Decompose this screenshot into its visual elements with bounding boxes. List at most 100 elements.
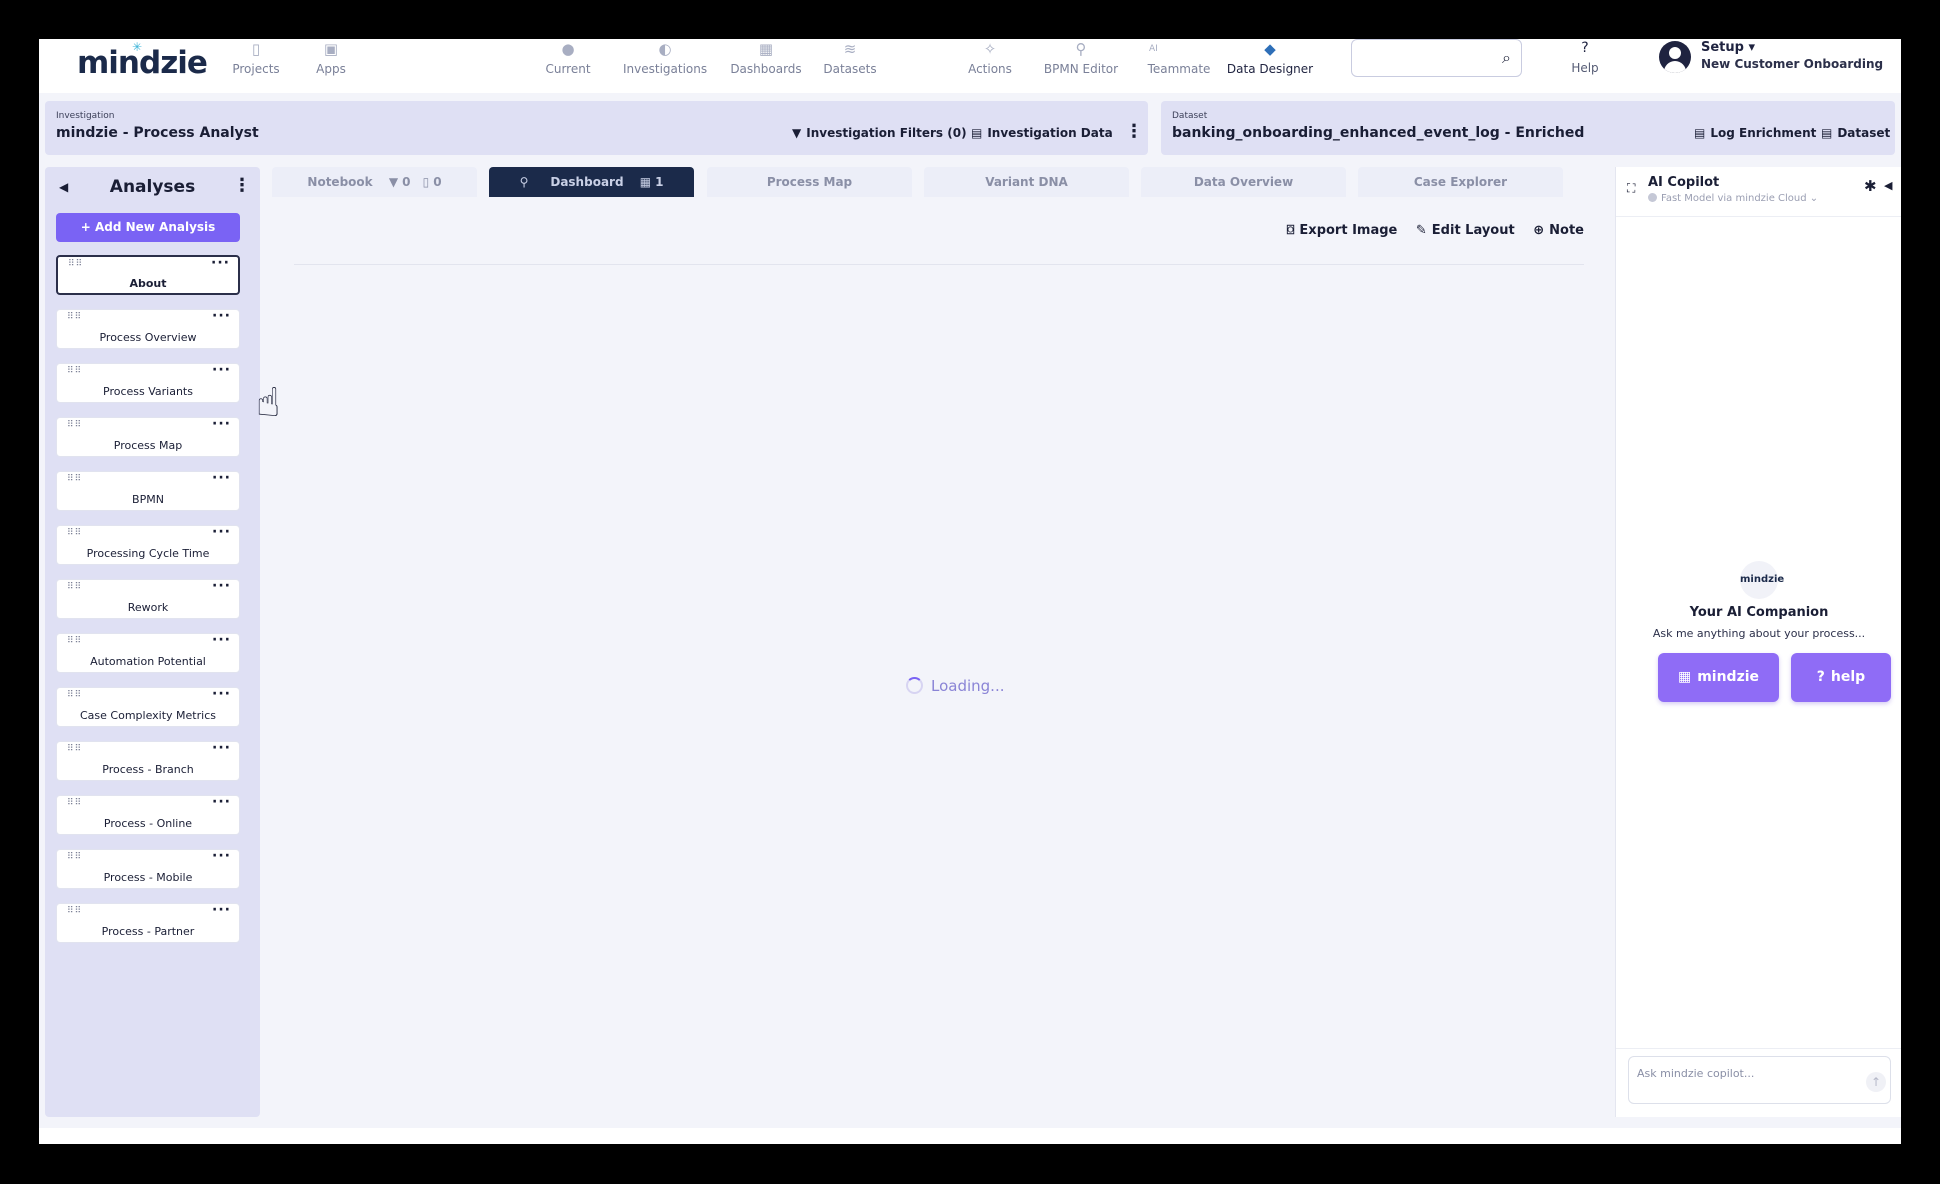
dataset-button[interactable]: ▤ Dataset (1821, 126, 1890, 140)
copilot-title: AI Copilot (1648, 175, 1720, 190)
analyses-menu-icon[interactable]: ⋮ (233, 175, 251, 196)
analysis-item[interactable]: ⠿⠿ ··· Processing Cycle Time (56, 524, 240, 565)
avatar[interactable] (1659, 41, 1691, 73)
pencil-icon: ✎ (1415, 223, 1427, 238)
nav-datasets[interactable]: ≋ Datasets (819, 39, 881, 93)
expand-icon[interactable]: ⛶ (1627, 181, 1635, 196)
copilot-input[interactable]: Ask mindzie copilot... (1628, 1056, 1891, 1104)
nav-apps[interactable]: ▣ Apps (311, 39, 351, 93)
nav-dashboards[interactable]: ▦ Dashboards (729, 39, 803, 93)
nav-projects[interactable]: ▯ Projects (227, 39, 285, 93)
drag-handle-icon[interactable]: ⠿⠿ (67, 528, 82, 538)
more-icon[interactable]: ··· (212, 578, 231, 594)
edit-label: Edit Layout (1431, 223, 1515, 238)
more-icon[interactable]: ··· (212, 686, 231, 702)
more-icon[interactable]: ··· (212, 740, 231, 756)
drag-handle-icon[interactable]: ⠿⠿ (67, 636, 82, 646)
grid-icon: ▦ (639, 175, 652, 189)
nav-current[interactable]: ● Current (539, 39, 597, 93)
filters-label: Investigation Filters (0) (806, 126, 967, 140)
nav-investigations[interactable]: ◐ Investigations (623, 39, 707, 93)
investigation-menu-icon[interactable]: ⋮ (1125, 121, 1143, 142)
more-icon[interactable]: ··· (211, 255, 230, 271)
drag-handle-icon[interactable]: ⠿⠿ (67, 798, 82, 808)
drag-handle-icon[interactable]: ⠿⠿ (67, 852, 82, 862)
more-icon[interactable]: ··· (212, 524, 231, 540)
mindzie-button[interactable]: ▦ mindzie (1658, 653, 1779, 702)
more-icon[interactable]: ··· (212, 632, 231, 648)
export-image-button[interactable]: ⌼ Export Image (1287, 223, 1398, 238)
nav-data-designer[interactable]: ◆ Data Designer (1225, 39, 1315, 93)
tab-dashboard[interactable]: ⚲ Dashboard ▦ 1 (489, 167, 694, 197)
more-icon[interactable]: ··· (212, 416, 231, 432)
drag-handle-icon[interactable]: ⠿⠿ (67, 582, 82, 592)
analysis-item[interactable]: ⠿⠿ ··· BPMN (56, 470, 240, 511)
analysis-item[interactable]: ⠿⠿ ··· Process - Online (56, 794, 240, 835)
help-copilot-button[interactable]: ? help (1791, 653, 1891, 702)
tab-variant-dna[interactable]: Variant DNA (924, 167, 1129, 197)
more-icon[interactable]: ··· (212, 848, 231, 864)
drag-handle-icon[interactable]: ⠿⠿ (67, 906, 82, 916)
drag-handle-icon[interactable]: ⠿⠿ (67, 690, 82, 700)
tab-process-map[interactable]: Process Map (707, 167, 912, 197)
analysis-item-label: Process - Online (103, 817, 193, 830)
more-icon[interactable]: ··· (212, 362, 231, 378)
tab-notebook[interactable]: Notebook ▼ 0 ▯ 0 (272, 167, 477, 197)
model-selector[interactable]: Fast Model via mindzie Cloud ⌄ (1648, 193, 1818, 204)
edit-layout-button[interactable]: ✎ Edit Layout (1416, 223, 1515, 238)
help-button[interactable]: ? Help (1565, 39, 1605, 75)
drag-handle-icon[interactable]: ⠿⠿ (67, 744, 82, 754)
collapse-left-icon[interactable]: ◀ (59, 180, 68, 194)
analysis-item[interactable]: ⠿⠿ ··· Automation Potential (56, 632, 240, 673)
drag-handle-icon[interactable]: ⠿⠿ (67, 420, 82, 430)
copilot-divider (1616, 216, 1901, 217)
main-panel: Notebook ▼ 0 ▯ 0 ⚲ Dashboard ▦ 1 Process Map… (272, 167, 1608, 1117)
bug-icon[interactable]: ✱ (1864, 177, 1877, 195)
location-icon: ● (561, 40, 575, 58)
investigation-filters-button[interactable]: ▼ Investigation Filters (0) (792, 126, 967, 140)
nav-label: Current (545, 62, 591, 76)
analyses-sidebar: Analyses ◀ ⋮ + Add New Analysis ⠿⠿ ··· Abo… (45, 167, 260, 1117)
building-icon: ▦ (1677, 669, 1692, 685)
drag-handle-icon[interactable]: ⠿⠿ (67, 474, 82, 484)
log-enrichment-button[interactable]: ▤ Log Enrichment (1694, 126, 1816, 140)
analysis-item[interactable]: ⠿⠿ ··· Process - Partner (56, 902, 240, 943)
add-new-analysis-button[interactable]: + Add New Analysis (56, 213, 240, 242)
tab-data-overview[interactable]: Data Overview (1141, 167, 1346, 197)
notebook-filter-count: 0 (402, 175, 411, 189)
collapse-right-icon[interactable]: ◀ (1884, 179, 1892, 192)
tab-bar: Notebook ▼ 0 ▯ 0 ⚲ Dashboard ▦ 1 Process Map… (272, 167, 1608, 197)
tab-case-explorer[interactable]: Case Explorer (1358, 167, 1563, 197)
log-icon: ▤ (1694, 126, 1706, 140)
analysis-item[interactable]: ⠿⠿ ··· Process Overview (56, 308, 240, 349)
analysis-item[interactable]: ⠿⠿ ··· Rework (56, 578, 240, 619)
nav-label: Projects (232, 62, 280, 76)
add-note-button[interactable]: ⊕ Note (1533, 223, 1584, 238)
analysis-item[interactable]: ⠿⠿ ··· About (56, 255, 240, 295)
more-icon[interactable]: ··· (212, 470, 231, 486)
setup-menu[interactable]: Setup ▾ New Customer Onboarding (1701, 39, 1883, 72)
send-arrow-icon[interactable]: ↑ (1866, 1072, 1886, 1092)
more-icon[interactable]: ··· (212, 794, 231, 810)
nav-bpmn-editor[interactable]: ⚲ BPMN Editor (1039, 39, 1123, 93)
investigation-data-button[interactable]: ▤ Investigation Data (971, 126, 1113, 140)
drag-handle-icon[interactable]: ⠿⠿ (67, 366, 82, 376)
analysis-item[interactable]: ⠿⠿ ··· Process - Branch (56, 740, 240, 781)
drag-handle-icon[interactable]: ⠿⠿ (68, 259, 83, 269)
nav-label: BPMN Editor (1043, 62, 1119, 76)
dashboard-count: 1 (655, 175, 664, 189)
drag-handle-icon[interactable]: ⠿⠿ (67, 312, 82, 322)
dataset-label: Dataset (1172, 111, 1208, 121)
more-icon[interactable]: ··· (212, 902, 231, 918)
search-input[interactable]: ⌕ (1351, 39, 1522, 77)
ai-copilot-panel: ⛶ AI Copilot Fast Model via mindzie Clou… (1615, 167, 1901, 1117)
dashboard-tab-icon: ⚲ (519, 175, 529, 189)
nav-actions[interactable]: ✧ Actions (963, 39, 1017, 93)
analysis-item[interactable]: ⠿⠿ ··· Process - Mobile (56, 848, 240, 889)
analysis-item[interactable]: ⠿⠿ ··· Case Complexity Metrics (56, 686, 240, 727)
nav-ai-teammate[interactable]: AI Teammate (1143, 39, 1215, 93)
analysis-item[interactable]: ⠿⠿ ··· Process Variants (56, 362, 240, 403)
analysis-item[interactable]: ⠿⠿ ··· Process Map (56, 416, 240, 457)
more-icon[interactable]: ··· (212, 308, 231, 324)
mindzie-logo[interactable]: mindzie ✳ (77, 40, 208, 81)
